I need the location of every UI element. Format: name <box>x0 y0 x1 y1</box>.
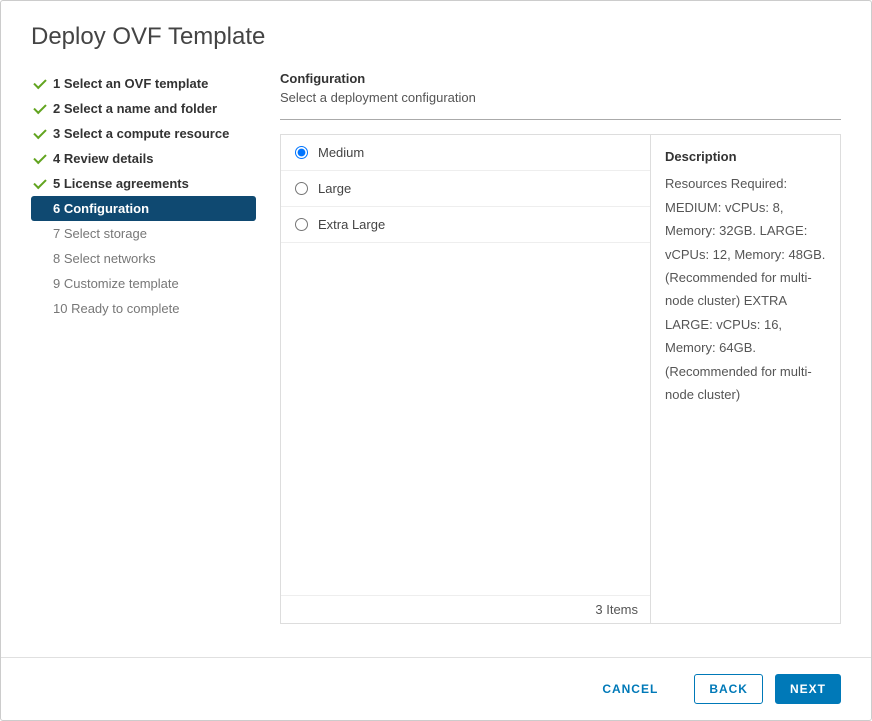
step-7: 7 Select storage <box>31 221 256 246</box>
option-extra-large[interactable]: Extra Large <box>281 207 650 243</box>
items-count: 3 Items <box>281 595 650 623</box>
description-column: Description Resources Required: MEDIUM: … <box>650 135 840 623</box>
option-medium[interactable]: Medium <box>281 135 650 171</box>
section-subtitle: Select a deployment configuration <box>280 90 841 105</box>
options-spacer <box>281 243 650 595</box>
description-body: Resources Required: MEDIUM: vCPUs: 8, Me… <box>665 172 826 406</box>
content-area: Configuration Select a deployment config… <box>256 61 841 647</box>
config-panel: Medium Large Extra Large 3 Items Descrip… <box>280 134 841 624</box>
step-6[interactable]: 6 Configuration <box>31 196 256 221</box>
back-button[interactable]: BACK <box>694 674 763 704</box>
step-3[interactable]: 3 Select a compute resource <box>31 121 256 146</box>
next-button[interactable]: NEXT <box>775 674 841 704</box>
divider <box>280 119 841 120</box>
option-label: Extra Large <box>318 217 385 232</box>
options-column: Medium Large Extra Large 3 Items <box>281 135 650 623</box>
description-title: Description <box>665 145 826 168</box>
section-title: Configuration <box>280 71 841 86</box>
step-2[interactable]: 2 Select a name and folder <box>31 96 256 121</box>
radio-large[interactable] <box>295 182 308 195</box>
dialog-body: 1 Select an OVF template 2 Select a name… <box>1 61 871 657</box>
option-large[interactable]: Large <box>281 171 650 207</box>
radio-extra-large[interactable] <box>295 218 308 231</box>
dialog-footer: CANCEL BACK NEXT <box>1 657 871 720</box>
step-5[interactable]: 5 License agreements <box>31 171 256 196</box>
radio-medium[interactable] <box>295 146 308 159</box>
step-10: 10 Ready to complete <box>31 296 256 321</box>
dialog-title: Deploy OVF Template <box>1 1 871 61</box>
cancel-button[interactable]: CANCEL <box>588 675 672 703</box>
wizard-steps: 1 Select an OVF template 2 Select a name… <box>31 61 256 647</box>
deploy-ovf-dialog: Deploy OVF Template 1 Select an OVF temp… <box>0 0 872 721</box>
option-label: Large <box>318 181 351 196</box>
step-4[interactable]: 4 Review details <box>31 146 256 171</box>
step-8: 8 Select networks <box>31 246 256 271</box>
step-9: 9 Customize template <box>31 271 256 296</box>
step-1[interactable]: 1 Select an OVF template <box>31 71 256 96</box>
option-label: Medium <box>318 145 364 160</box>
